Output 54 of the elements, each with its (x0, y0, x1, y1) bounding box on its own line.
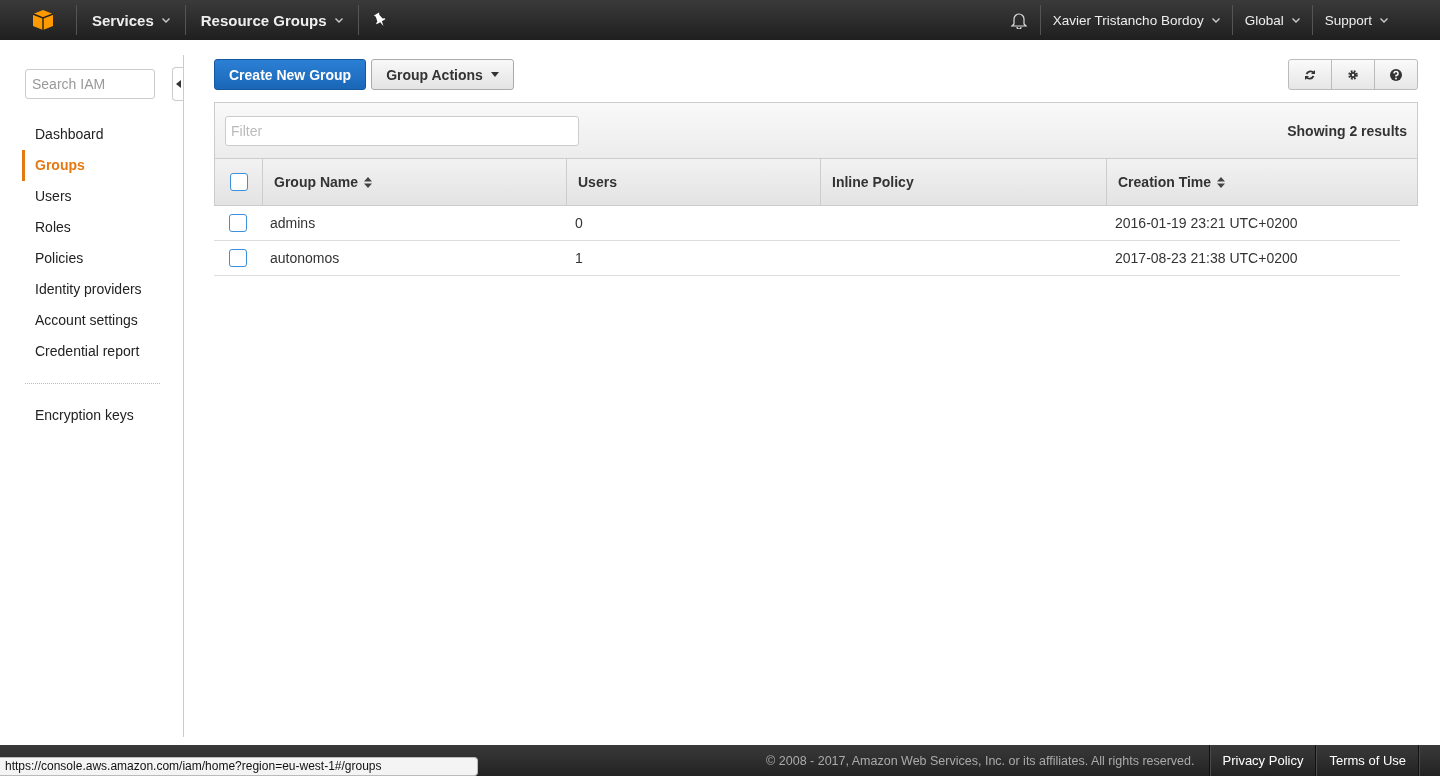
caret-icon (334, 17, 343, 23)
sidebar-item[interactable]: Roles (22, 212, 183, 243)
pin-icon (372, 12, 387, 28)
collapse-button[interactable] (172, 67, 183, 101)
checkbox[interactable] (228, 214, 247, 232)
result-count: Showing 2 results (1287, 122, 1407, 139)
refresh-icon (1304, 68, 1316, 81)
filter-field[interactable]: Filter (225, 115, 579, 146)
search-field[interactable]: Search IAM (25, 69, 155, 99)
bell-icon (1009, 11, 1028, 29)
checkbox[interactable] (229, 173, 248, 191)
sidebar-item[interactable]: Credential report (22, 336, 183, 367)
table-cell: 2016-01-19 23:21 UTC+0200 (1115, 215, 1298, 231)
caret-icon (161, 17, 170, 23)
caret-left-icon (175, 80, 181, 88)
footer-link[interactable]: Terms of Use (1317, 753, 1418, 768)
help-icon (1390, 68, 1402, 81)
table-cell: autonomos (270, 250, 340, 266)
sidebar-item[interactable]: Policies (22, 243, 183, 274)
nav-menu[interactable]: Xavier Tristancho Bordoy (1040, 12, 1232, 28)
column-header[interactable]: Inline Policy (820, 159, 1106, 205)
nav-menu[interactable]: Support (1312, 12, 1400, 28)
caret-icon (1211, 17, 1220, 23)
checkbox[interactable] (228, 249, 247, 267)
sort-icon (1217, 176, 1226, 188)
nav-menu[interactable]: Services (77, 11, 185, 29)
cube-icon (32, 9, 54, 31)
gear-icon (1347, 68, 1359, 81)
caret-icon (1380, 17, 1388, 23)
create-group-button[interactable]: Create New Group (214, 59, 367, 90)
footer-link[interactable]: Privacy Policy (1210, 753, 1316, 768)
copyright-text: © 2008 - 2017, Amazon Web Services, Inc. or its affiliates. All rights reserved. (766, 753, 1196, 768)
sidebar-item[interactable]: Encryption keys (22, 400, 183, 431)
sidebar-item[interactable]: Users (22, 181, 183, 212)
refresh-button[interactable] (1288, 59, 1332, 90)
sort-icon (364, 176, 372, 188)
caret-icon (490, 72, 499, 77)
table-cell: admins (270, 215, 316, 231)
help-button[interactable] (1374, 59, 1418, 90)
nav-menu[interactable]: Global (1232, 12, 1312, 28)
settings-button[interactable] (1331, 59, 1375, 90)
column-header[interactable]: Creation Time (1106, 159, 1417, 205)
status-url: https://console.aws.amazon.com/iam/home?region=eu-west-1#/groups (0, 757, 478, 776)
caret-icon (1291, 17, 1300, 23)
sidebar-item[interactable]: Account settings (22, 305, 183, 336)
actions-button[interactable]: Group Actions (371, 59, 514, 90)
nav-menu[interactable]: Resource Groups (185, 11, 358, 29)
table-cell: 2017-08-23 21:38 UTC+0200 (1115, 250, 1298, 266)
sidebar-item[interactable]: Dashboard (22, 119, 183, 150)
table-cell: 0 (575, 215, 583, 231)
table-cell: 1 (575, 250, 583, 266)
column-header[interactable]: Group Name (262, 159, 566, 205)
sidebar-item[interactable]: Identity providers (22, 274, 183, 305)
column-header[interactable]: Users (566, 159, 820, 205)
